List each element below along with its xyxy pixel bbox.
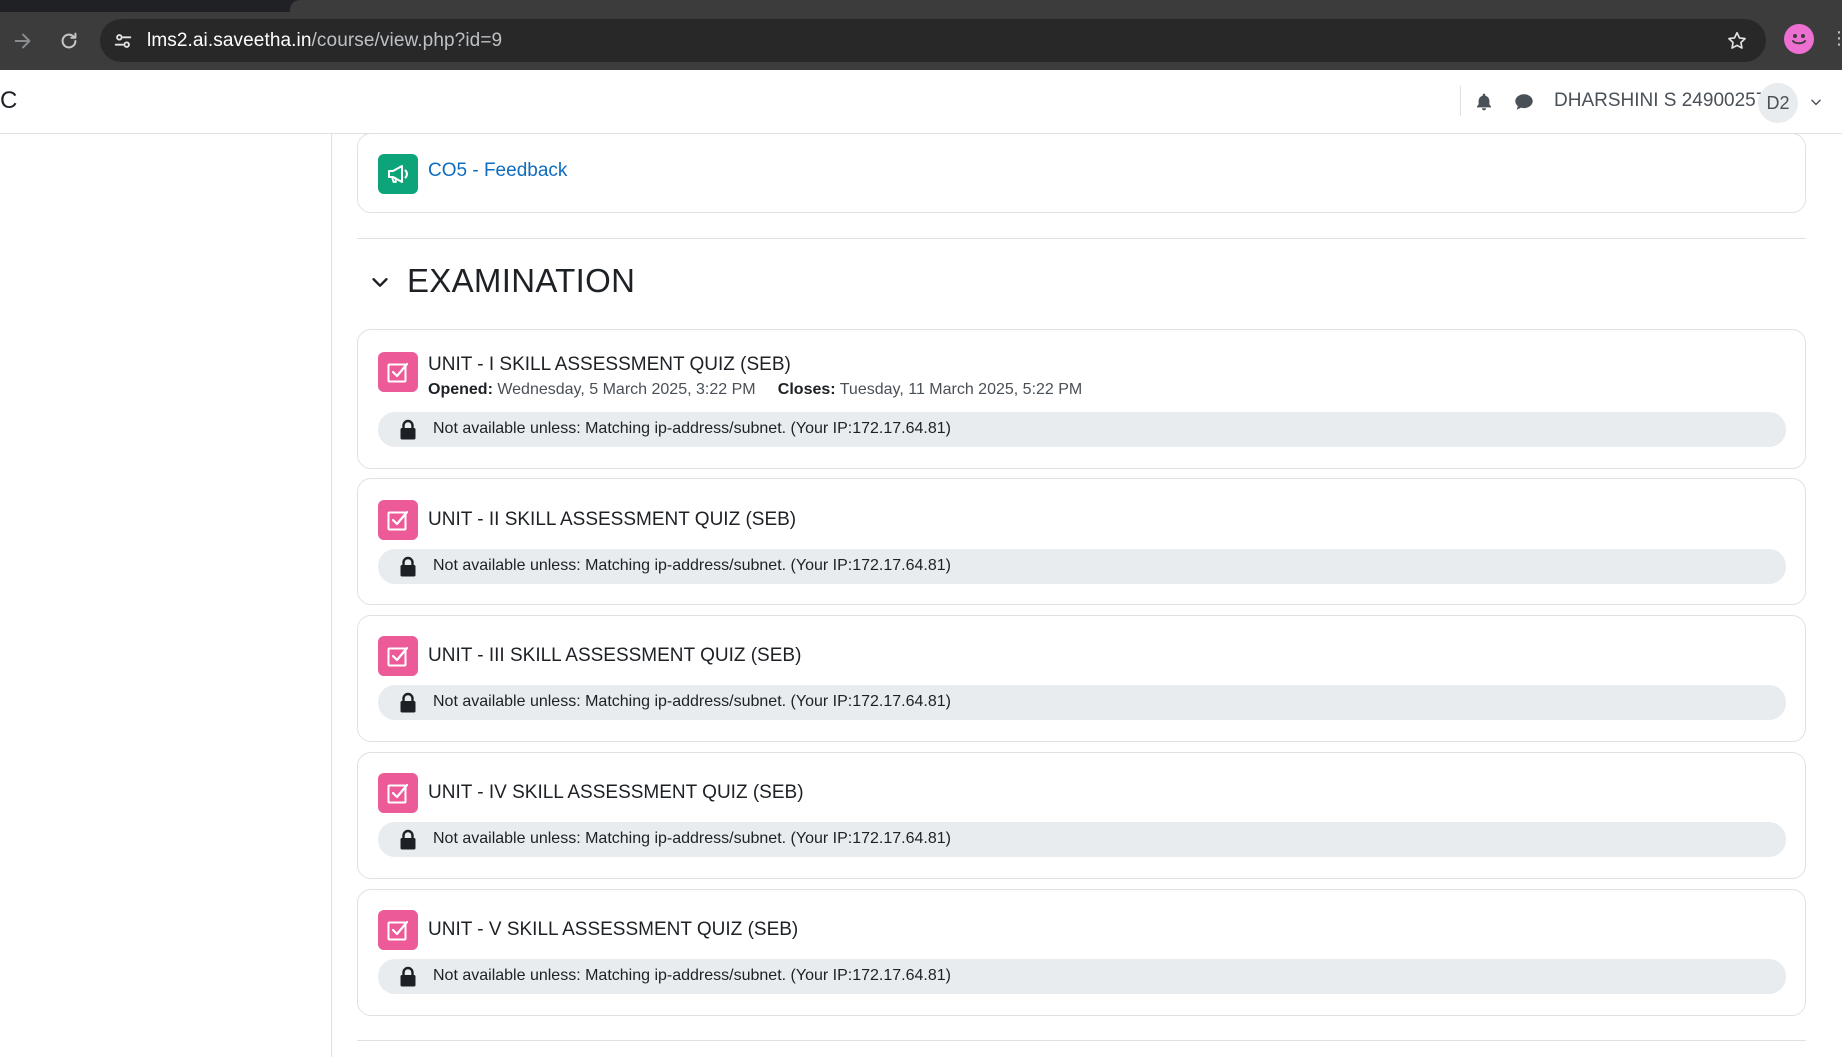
opened-value: Wednesday, 5 March 2025, 3:22 PM — [497, 381, 756, 398]
lock-icon — [398, 556, 418, 578]
quiz-title-link[interactable]: UNIT - III SKILL ASSESSMENT QUIZ (SEB) — [428, 645, 801, 667]
browser-toolbar: lms2.ai.saveetha.in/course/view.php?id=9… — [0, 0, 1842, 70]
chat-icon[interactable] — [1512, 90, 1536, 114]
restriction-text: Not available unless: Matching ip-addres… — [433, 967, 951, 984]
browser-menu-edge[interactable]: ⋮ — [1830, 28, 1842, 52]
restriction-notice: Not available unless: Matching ip-addres… — [378, 549, 1786, 584]
quiz-title-link[interactable]: UNIT - II SKILL ASSESSMENT QUIZ (SEB) — [428, 509, 796, 531]
activity-card-quiz: UNIT - II SKILL ASSESSMENT QUIZ (SEB) No… — [357, 478, 1806, 605]
restriction-notice: Not available unless: Matching ip-addres… — [378, 685, 1786, 720]
section-title[interactable]: EXAMINATION — [407, 262, 635, 300]
restriction-notice: Not available unless: Matching ip-addres… — [378, 412, 1786, 447]
lock-icon — [398, 692, 418, 714]
tune-icon[interactable] — [110, 28, 136, 54]
address-bar[interactable]: lms2.ai.saveetha.in/course/view.php?id=9 — [100, 19, 1766, 62]
section-divider — [357, 238, 1806, 239]
url-text[interactable]: lms2.ai.saveetha.in/course/view.php?id=9 — [147, 30, 502, 52]
opened-label: Opened: — [428, 381, 493, 398]
activity-card-feedback: CO5 - Feedback — [357, 133, 1806, 213]
quiz-dates: Opened: Wednesday, 5 March 2025, 3:22 PM… — [428, 381, 1082, 399]
tab-strip — [0, 0, 1842, 12]
user-name[interactable]: DHARSHINI S 24900257 — [1554, 90, 1766, 112]
quiz-title-link[interactable]: UNIT - V SKILL ASSESSMENT QUIZ (SEB) — [428, 919, 798, 941]
restriction-notice: Not available unless: Matching ip-addres… — [378, 822, 1786, 857]
restriction-text: Not available unless: Matching ip-addres… — [433, 557, 951, 574]
activity-card-quiz: UNIT - V SKILL ASSESSMENT QUIZ (SEB) Not… — [357, 889, 1806, 1016]
activity-card-quiz: UNIT - III SKILL ASSESSMENT QUIZ (SEB) N… — [357, 615, 1806, 742]
restriction-text: Not available unless: Matching ip-addres… — [433, 420, 951, 437]
checkbox-icon — [378, 773, 418, 813]
url-path: /course/view.php?id=9 — [311, 30, 503, 51]
brand-fragment[interactable]: C — [0, 87, 17, 115]
arrow-right-icon[interactable] — [6, 24, 40, 58]
reload-icon[interactable] — [52, 24, 86, 58]
activity-card-quiz: UNIT - I SKILL ASSESSMENT QUIZ (SEB) Ope… — [357, 329, 1806, 469]
lock-icon — [398, 419, 418, 441]
closes-label: Closes: — [777, 381, 836, 398]
closes-value: Tuesday, 11 March 2025, 5:22 PM — [839, 381, 1083, 398]
quiz-title-link[interactable]: UNIT - IV SKILL ASSESSMENT QUIZ (SEB) — [428, 782, 804, 804]
avatar[interactable]: D2 — [1758, 83, 1798, 123]
active-tab-edge — [290, 0, 1842, 12]
checkbox-icon — [378, 352, 418, 392]
star-icon[interactable] — [1724, 28, 1750, 54]
site-navbar: C DHARSHINI S 24900257 D2 — [0, 70, 1842, 134]
url-host: lms2.ai.saveetha.in — [147, 30, 312, 51]
checkbox-icon — [378, 636, 418, 676]
checkbox-icon — [378, 500, 418, 540]
navbar-divider — [1460, 86, 1461, 116]
chevron-down-icon[interactable] — [1806, 92, 1826, 112]
smiley-icon[interactable] — [1784, 24, 1814, 54]
bell-icon[interactable] — [1472, 90, 1496, 114]
restriction-notice: Not available unless: Matching ip-addres… — [378, 959, 1786, 994]
megaphone-icon — [378, 154, 418, 194]
lock-icon — [398, 966, 418, 988]
checkbox-icon — [378, 910, 418, 950]
section-divider — [357, 1040, 1806, 1041]
course-index-drawer-edge — [331, 134, 332, 1057]
quiz-title-link[interactable]: UNIT - I SKILL ASSESSMENT QUIZ (SEB) — [428, 354, 791, 376]
activity-card-quiz: UNIT - IV SKILL ASSESSMENT QUIZ (SEB) No… — [357, 752, 1806, 879]
restriction-text: Not available unless: Matching ip-addres… — [433, 830, 951, 847]
restriction-text: Not available unless: Matching ip-addres… — [433, 693, 951, 710]
feedback-activity-link[interactable]: CO5 - Feedback — [428, 160, 567, 182]
lock-icon — [398, 829, 418, 851]
chevron-down-icon[interactable] — [366, 268, 394, 296]
